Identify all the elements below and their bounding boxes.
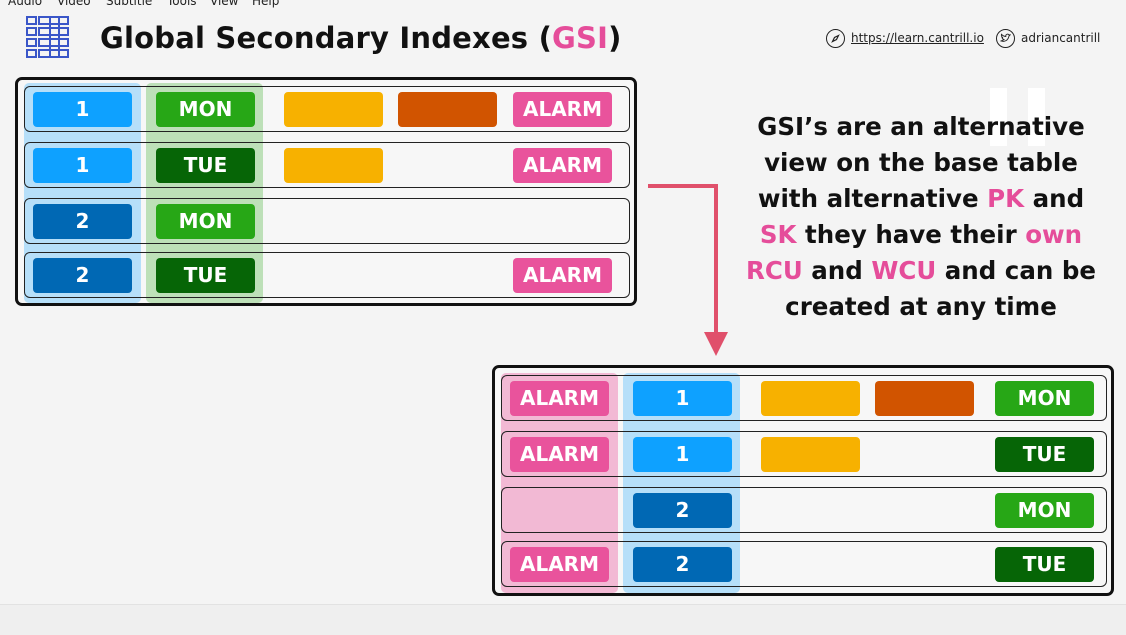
attribute-cell bbox=[284, 92, 383, 127]
menu-video[interactable]: Video bbox=[57, 0, 91, 8]
pk-cell: 1 bbox=[633, 381, 732, 416]
menu-view[interactable]: View bbox=[210, 0, 238, 8]
sk-cell: TUE bbox=[156, 148, 255, 183]
pk-cell: 2 bbox=[633, 547, 732, 582]
alarm-cell: ALARM bbox=[510, 437, 609, 472]
pk-cell: 1 bbox=[33, 92, 132, 127]
pk-cell: 1 bbox=[633, 437, 732, 472]
table-row: ALARM 1 MON bbox=[501, 375, 1107, 421]
player-bottom-bar bbox=[0, 604, 1126, 635]
sk-cell: TUE bbox=[995, 437, 1094, 472]
table-row: 2 MON bbox=[501, 487, 1107, 533]
flow-arrow bbox=[648, 184, 728, 356]
table-grid-icon bbox=[26, 16, 69, 58]
compass-icon bbox=[826, 29, 845, 48]
sk-cell: MON bbox=[995, 381, 1094, 416]
table-row: 1 TUE ALARM bbox=[24, 142, 630, 188]
gsi-description: GSI’s are an alternative view on the bas… bbox=[746, 112, 1096, 321]
base-table: 1 MON ALARM 1 TUE ALARM 2 MON 2 TUE ALAR… bbox=[15, 77, 637, 306]
menu-subtitle[interactable]: Subtitle bbox=[106, 0, 152, 8]
attribute-cell bbox=[761, 381, 860, 416]
twitter-handle[interactable]: adriancantrill bbox=[1021, 31, 1100, 45]
slide-header: Global Secondary Indexes (GSI) https://l… bbox=[0, 8, 1126, 66]
attribute-cell bbox=[761, 437, 860, 472]
alarm-cell: ALARM bbox=[513, 148, 612, 183]
table-row: 2 MON bbox=[24, 198, 630, 244]
table-row: ALARM 2 TUE bbox=[501, 541, 1107, 587]
alarm-cell: ALARM bbox=[513, 258, 612, 293]
gsi-table: ALARM 1 MON ALARM 1 TUE 2 MON ALARM 2 TU… bbox=[492, 365, 1114, 596]
site-link[interactable]: https://learn.cantrill.io bbox=[826, 29, 984, 48]
sk-cell: MON bbox=[156, 92, 255, 127]
menu-tools[interactable]: Tools bbox=[167, 0, 197, 8]
twitter-icon bbox=[996, 29, 1015, 48]
menu-audio[interactable]: Audio bbox=[8, 0, 42, 8]
attribute-cell bbox=[284, 148, 383, 183]
alarm-cell: ALARM bbox=[510, 381, 609, 416]
attribute-cell bbox=[398, 92, 497, 127]
table-row: ALARM 1 TUE bbox=[501, 431, 1107, 477]
table-row: 1 MON ALARM bbox=[24, 86, 630, 132]
alarm-cell: ALARM bbox=[513, 92, 612, 127]
pk-cell: 2 bbox=[33, 204, 132, 239]
sk-cell: MON bbox=[156, 204, 255, 239]
title-highlight: GSI bbox=[552, 21, 609, 55]
pk-cell: 1 bbox=[33, 148, 132, 183]
site-url[interactable]: https://learn.cantrill.io bbox=[851, 31, 984, 45]
pk-cell: 2 bbox=[33, 258, 132, 293]
alarm-cell: ALARM bbox=[510, 547, 609, 582]
menu-help[interactable]: Help bbox=[252, 0, 279, 8]
page-title: Global Secondary Indexes (GSI) bbox=[100, 21, 622, 55]
twitter-link[interactable]: adriancantrill bbox=[996, 29, 1100, 48]
sk-cell: MON bbox=[995, 493, 1094, 528]
pk-cell: 2 bbox=[633, 493, 732, 528]
sk-cell: TUE bbox=[156, 258, 255, 293]
attribute-cell bbox=[875, 381, 974, 416]
sk-cell: TUE bbox=[995, 547, 1094, 582]
table-row: 2 TUE ALARM bbox=[24, 252, 630, 298]
menu-bar: Audio Video Subtitle Tools View Help bbox=[0, 0, 1126, 8]
